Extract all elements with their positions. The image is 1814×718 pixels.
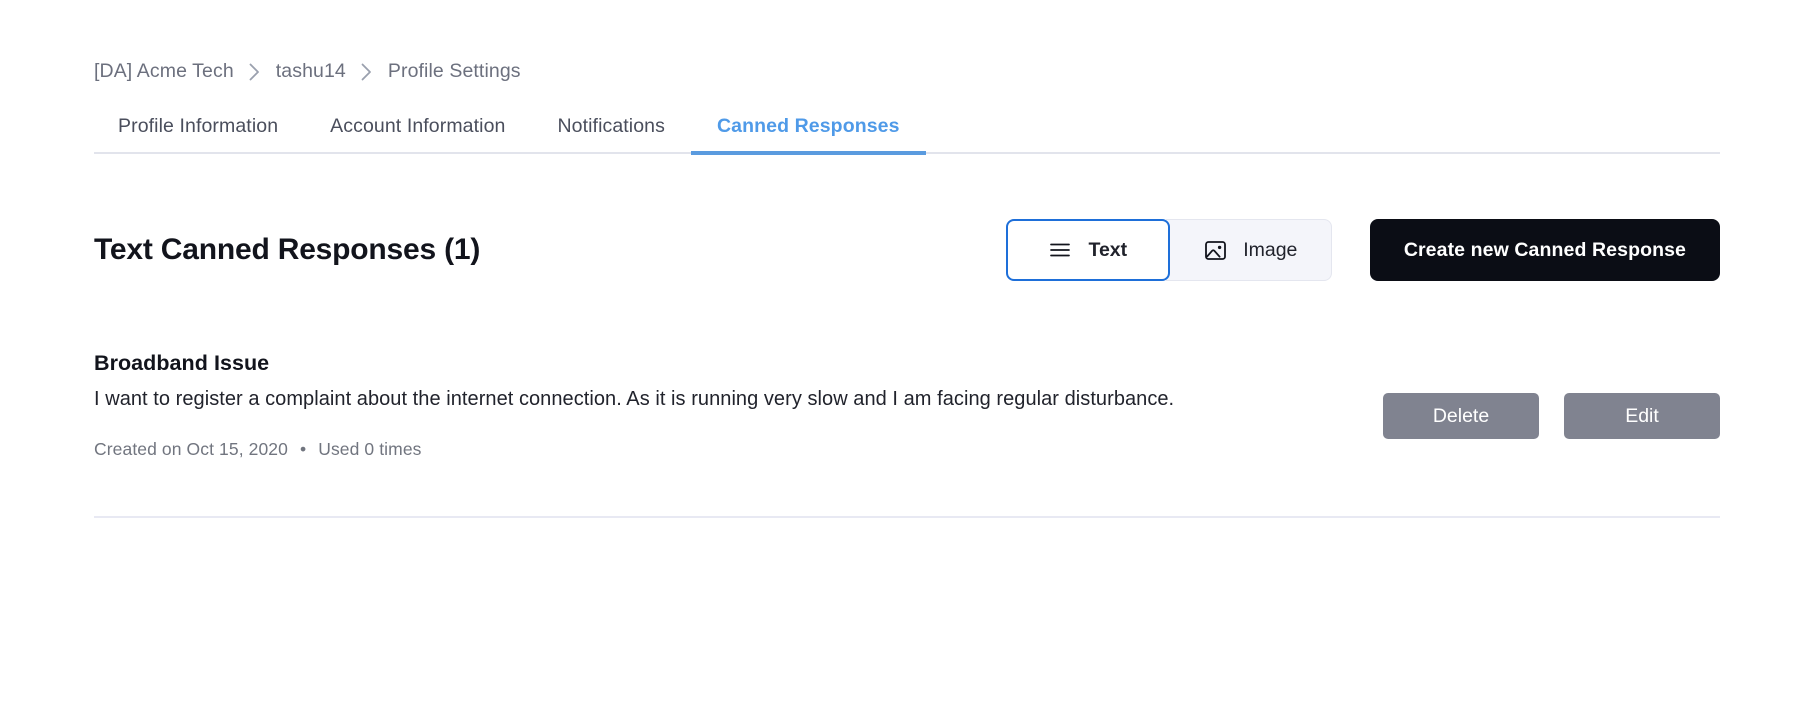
usage-count-text: Used 0 times (318, 439, 422, 460)
created-date-text: Created on Oct 15, 2020 (94, 439, 288, 460)
canned-response-title: Broadband Issue (94, 351, 270, 375)
breadcrumb: [DA] Acme Tech tashu14 Profile Settings (94, 0, 1720, 83)
toggle-option-image[interactable]: Image (1165, 219, 1332, 281)
section-header: Text Canned Responses (1) Text Image Cre… (94, 217, 1720, 283)
tab-account-information[interactable]: Account Information (304, 115, 531, 155)
toggle-option-image-label: Image (1243, 238, 1298, 261)
delete-button[interactable]: Delete (1383, 393, 1539, 439)
edit-button[interactable]: Edit (1564, 393, 1720, 439)
create-canned-response-button[interactable]: Create new Canned Response (1369, 219, 1720, 281)
breadcrumb-item-current: Profile Settings (387, 60, 521, 82)
chevron-right-icon (360, 62, 374, 82)
toggle-option-text-label: Text (1088, 238, 1128, 261)
canned-response-content: Broadband Issue I want to register a com… (94, 351, 1274, 460)
breadcrumb-item-organization[interactable]: [DA] Acme Tech (94, 60, 234, 83)
list-lines-icon (1048, 238, 1072, 262)
canned-response-body: I want to register a complaint about the… (94, 388, 1175, 410)
tab-bar: Profile Information Account Information … (94, 115, 1720, 155)
canned-response-meta: Created on Oct 15, 2020 • Used 0 times (94, 439, 1274, 460)
profile-settings-page: [DA] Acme Tech tashu14 Profile Settings … (0, 0, 1814, 718)
list-item-divider (94, 516, 1720, 519)
meta-separator-dot: • (299, 439, 307, 460)
tab-notifications[interactable]: Notifications (531, 115, 691, 155)
canned-response-actions: Delete Edit (1383, 351, 1720, 439)
image-picture-icon (1203, 238, 1227, 262)
canned-response-item: Broadband Issue I want to register a com… (94, 351, 1720, 460)
toggle-option-text[interactable]: Text (1005, 219, 1170, 281)
tab-canned-responses[interactable]: Canned Responses (690, 115, 926, 155)
tab-profile-information[interactable]: Profile Information (94, 115, 304, 155)
tab-list: Profile Information Account Information … (94, 115, 1720, 155)
page-title: Text Canned Responses (1) (94, 233, 481, 266)
breadcrumb-item-user[interactable]: tashu14 (276, 60, 346, 83)
content-type-toggle: Text Image (1005, 219, 1332, 281)
chevron-right-icon (248, 62, 262, 82)
